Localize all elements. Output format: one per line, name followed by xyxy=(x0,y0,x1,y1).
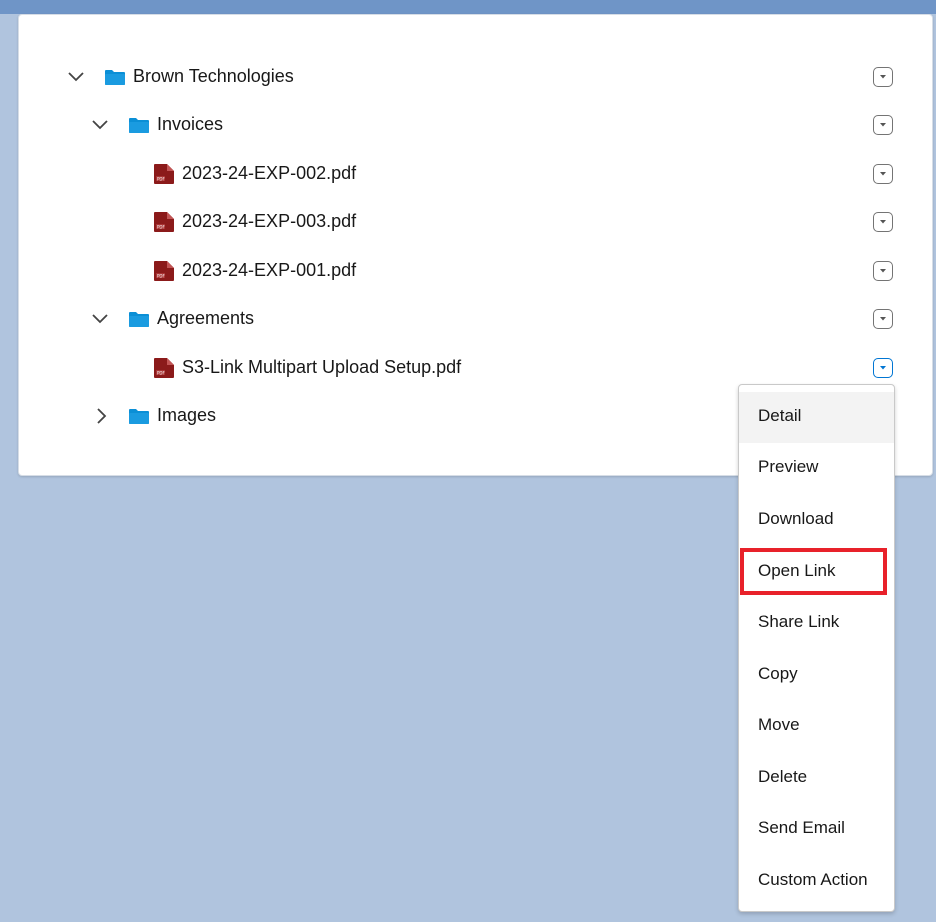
pdf-file-icon: PDF xyxy=(154,261,174,281)
menu-item-custom-action[interactable]: Custom Action xyxy=(739,856,894,907)
folder-icon xyxy=(129,409,149,424)
dropdown-menu-icon xyxy=(880,75,886,79)
row-menu-button[interactable] xyxy=(873,309,893,329)
context-menu: Detail Preview Download Open Link Share … xyxy=(738,384,895,912)
row-menu-button[interactable] xyxy=(873,67,893,87)
tree-item-label: 2023-24-EXP-003.pdf xyxy=(182,211,357,231)
tree-row-file[interactable]: PDF 2023-24-EXP-001.pdf xyxy=(19,253,931,289)
tree-item-label: 2023-24-EXP-001.pdf xyxy=(182,260,357,280)
tree-row-file[interactable]: PDF 2023-24-EXP-002.pdf xyxy=(19,156,931,192)
row-menu-button[interactable] xyxy=(873,164,893,184)
chevron-down-icon[interactable] xyxy=(67,68,85,86)
pdf-file-icon: PDF xyxy=(154,164,174,184)
chevron-right-icon[interactable] xyxy=(93,407,111,425)
tree-row-agreements[interactable]: Agreements xyxy=(19,301,931,337)
svg-text:PDF: PDF xyxy=(157,176,165,181)
menu-item-copy[interactable]: Copy xyxy=(739,650,894,701)
header-band xyxy=(0,0,936,14)
svg-text:PDF: PDF xyxy=(157,224,165,229)
dropdown-menu-icon xyxy=(880,220,886,224)
chevron-down-icon[interactable] xyxy=(91,116,109,134)
tree-item-label: Brown Technologies xyxy=(133,66,294,86)
row-menu-button[interactable] xyxy=(873,212,893,232)
dropdown-menu-icon xyxy=(880,269,886,273)
tree-item-label: Agreements xyxy=(157,308,255,328)
dropdown-menu-icon xyxy=(880,366,886,370)
folder-icon xyxy=(129,312,149,327)
menu-item-share-link[interactable]: Share Link xyxy=(739,598,894,649)
tree-item-label: S3-Link Multipart Upload Setup.pdf xyxy=(182,357,462,377)
pdf-file-icon: PDF xyxy=(154,358,174,378)
folder-icon xyxy=(105,70,125,85)
menu-item-download[interactable]: Download xyxy=(739,495,894,546)
dropdown-menu-icon xyxy=(880,172,886,176)
tree-row-brown-technologies[interactable]: Brown Technologies xyxy=(19,59,931,95)
tree-row-invoices[interactable]: Invoices xyxy=(19,107,931,143)
folder-icon xyxy=(129,118,149,133)
svg-text:PDF: PDF xyxy=(157,273,165,278)
row-menu-button[interactable] xyxy=(873,115,893,135)
chevron-down-icon[interactable] xyxy=(91,310,109,328)
tree-row-file[interactable]: PDF S3-Link Multipart Upload Setup.pdf xyxy=(19,350,931,386)
row-menu-button-active[interactable] xyxy=(873,358,893,378)
menu-item-open-link[interactable]: Open Link xyxy=(739,547,894,598)
row-menu-button[interactable] xyxy=(873,261,893,281)
tree-row-file[interactable]: PDF 2023-24-EXP-003.pdf xyxy=(19,204,931,240)
menu-item-send-email[interactable]: Send Email xyxy=(739,804,894,855)
menu-item-move[interactable]: Move xyxy=(739,701,894,752)
pdf-file-icon: PDF xyxy=(154,212,174,232)
tree-item-label: 2023-24-EXP-002.pdf xyxy=(182,163,357,183)
tree-item-label: Invoices xyxy=(157,114,224,134)
menu-item-preview[interactable]: Preview xyxy=(739,443,894,494)
dropdown-menu-icon xyxy=(880,123,886,127)
tree-item-label: Images xyxy=(157,405,217,425)
menu-item-detail[interactable]: Detail xyxy=(739,392,894,443)
svg-text:PDF: PDF xyxy=(157,370,165,375)
dropdown-menu-icon xyxy=(880,317,886,321)
menu-item-delete[interactable]: Delete xyxy=(739,753,894,804)
